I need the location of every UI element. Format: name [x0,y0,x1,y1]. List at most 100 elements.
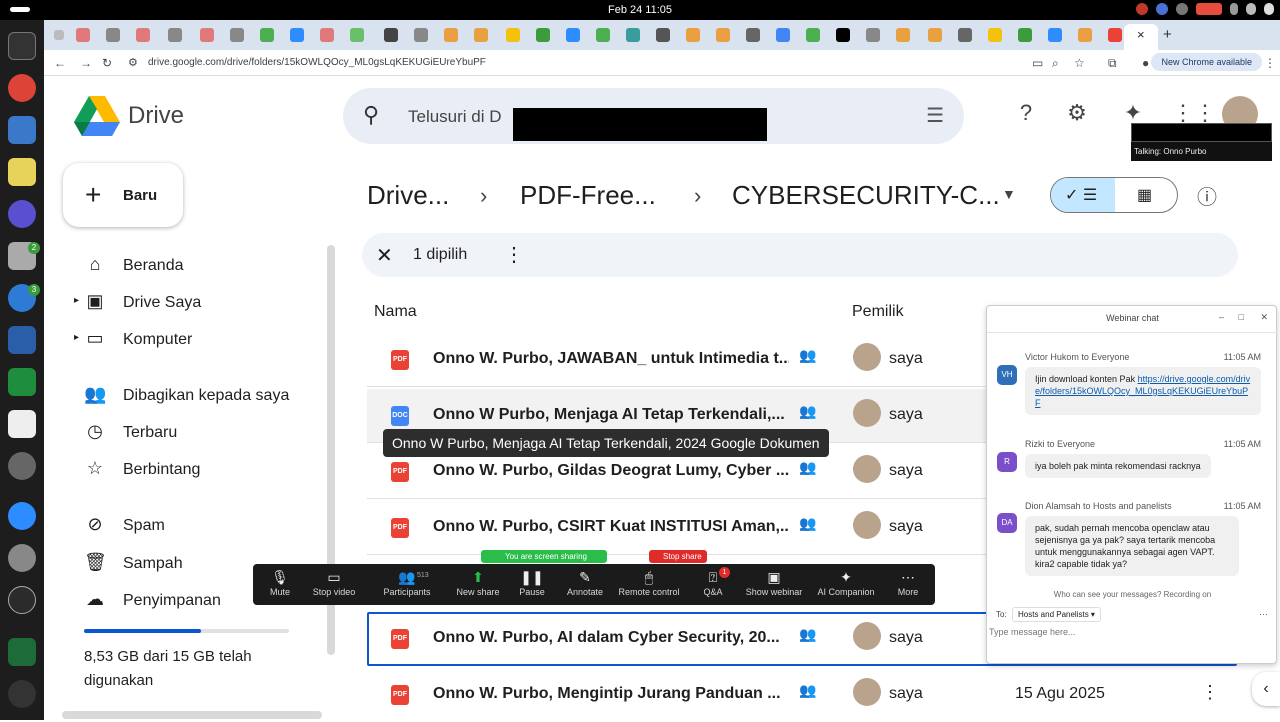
tab[interactable] [716,28,730,42]
tab[interactable] [414,28,428,42]
nav-home[interactable]: ⌂ Beranda [84,252,314,280]
tab[interactable] [958,28,972,42]
drive-logo-icon[interactable] [74,96,120,136]
remote-control-button[interactable]: 🖱 Remote control [615,568,683,602]
tab[interactable] [136,28,150,42]
annotate-button[interactable]: ✎ Annotate [563,568,607,602]
reload-icon[interactable]: ↻ [102,56,112,70]
search-bar[interactable]: ⚲ Telusuri di D ☰ [343,88,964,144]
drive-brand[interactable]: Drive [128,102,184,130]
nav-computers[interactable]: ▸ ▭ Komputer [74,326,314,354]
terminal-icon[interactable] [8,32,36,60]
tab[interactable] [536,28,550,42]
ubuntu-icon[interactable] [8,680,36,708]
ai-companion-button[interactable]: ✦ AI Companion [815,568,877,602]
tab[interactable] [988,28,1002,42]
new-button[interactable]: + Baru [63,163,183,227]
tab[interactable] [320,28,334,42]
chat-visibility-note[interactable]: Who can see your messages? Recording on [987,590,1278,599]
active-speaker-window[interactable]: Talking: Onno Purbo [1131,123,1272,161]
system-clock[interactable]: Feb 24 11:05 [0,4,1280,16]
search-icon[interactable]: ⚲ [363,102,379,128]
tab[interactable] [896,28,910,42]
tab[interactable] [1108,28,1122,42]
list-view-button[interactable]: ✓ ☰ [1051,178,1115,212]
breadcrumb-current-folder[interactable]: CYBERSECURITY-C... [732,180,1000,211]
tab[interactable] [384,28,398,42]
nav-shared-with-me[interactable]: 👥 Dibagikan kepada saya [84,382,314,410]
zoom-tray-icon[interactable] [1156,3,1168,15]
file-name[interactable]: Onno W. Purbo, AI dalam Cyber Security, … [433,629,789,647]
volume-icon[interactable] [1246,3,1256,15]
tab[interactable] [506,28,520,42]
file-row[interactable]: PDF Onno W. Purbo, Mengintip Jurang Pand… [367,668,1237,722]
extensions-icon[interactable]: ⧉ [1108,56,1117,71]
grid-view-icon[interactable]: ▦ [1137,185,1152,205]
tray-icon[interactable] [1176,3,1188,15]
settings-gear-icon[interactable]: ⚙ [1064,100,1090,126]
tab[interactable] [290,28,304,42]
column-owner[interactable]: Pemilik [852,303,904,321]
more-actions-icon[interactable]: ⋮ [504,242,524,267]
new-tab-button[interactable]: + [1163,26,1172,43]
settings-icon[interactable] [8,452,36,480]
clear-selection-icon[interactable]: ✕ [376,243,393,268]
stop-share-button[interactable]: Stop share [649,550,707,563]
horizontal-scrollbar[interactable] [62,711,322,719]
close-icon[interactable]: ✕ [1260,312,1268,323]
calc-icon[interactable] [8,368,36,396]
file-name[interactable]: Onno W. Purbo, Gildas Deograt Lumy, Cybe… [433,462,789,480]
forward-icon[interactable]: → [80,56,92,70]
expand-caret-icon[interactable]: ▸ [74,295,79,306]
breadcrumb-pdf-free[interactable]: PDF-Free... [520,180,656,211]
profile-icon[interactable]: ● [1142,56,1149,70]
mute-button[interactable]: 🎙 Mute [263,568,297,602]
qa-button[interactable]: ⍰ 1 Q&A [701,567,730,602]
details-info-icon[interactable]: ⓘ [1194,181,1220,209]
tab-close-icon[interactable]: × [1137,27,1145,42]
pause-share-button[interactable]: ❚❚ Pause [517,568,547,602]
participants-button[interactable]: 👥 513 Participants [379,568,435,602]
tab[interactable] [746,28,760,42]
zoom-lens-icon[interactable]: ⌕ [1052,56,1059,71]
browser-menu-icon[interactable]: ⋮ [1264,56,1276,70]
nav-starred[interactable]: ☆ Berbintang [84,456,314,484]
tab-drive-active[interactable]: × [1124,24,1158,50]
tab[interactable] [260,28,274,42]
back-icon[interactable]: ← [54,56,66,70]
tab[interactable] [76,28,90,42]
tab[interactable] [1048,28,1062,42]
tab[interactable] [686,28,700,42]
site-info-icon[interactable]: ⚙ [128,56,138,69]
chat-message-input[interactable] [989,627,1269,637]
tab[interactable] [350,28,364,42]
app-green-icon[interactable] [8,638,36,666]
row-more-icon[interactable]: ⋮ [1201,682,1219,703]
tab[interactable] [596,28,610,42]
app-icon[interactable] [8,200,36,228]
notes-icon[interactable] [8,410,36,438]
writer-icon[interactable] [8,326,36,354]
breadcrumb-drive[interactable]: Drive... [367,180,449,211]
file-name[interactable]: Onno W Purbo, Menjaga AI Tetap Terkendal… [433,406,789,424]
monitor-app-icon[interactable] [8,116,36,144]
tab-search-icon[interactable] [54,30,64,40]
gear-app-icon[interactable] [8,544,36,572]
power-icon[interactable] [1264,3,1274,15]
tab[interactable] [806,28,820,42]
recipient-select[interactable]: Hosts and Panelists ▾ [1012,607,1101,622]
search-options-icon[interactable]: ☰ [926,103,944,128]
expand-caret-icon[interactable]: ▸ [74,332,79,343]
tab[interactable] [474,28,488,42]
cast-icon[interactable]: ▭ [1032,56,1043,70]
speaker-window-controls[interactable] [1131,123,1272,142]
help-icon[interactable]: ? [1013,100,1039,126]
obs-icon[interactable] [8,586,36,614]
url-field[interactable]: drive.google.com/drive/folders/15kOWLQOc… [148,57,486,68]
show-webinar-button[interactable]: ▣ Show webinar [743,568,805,602]
tab[interactable] [444,28,458,42]
tab[interactable] [656,28,670,42]
tab[interactable] [866,28,880,42]
stop-video-button[interactable]: ▭ Stop video [309,568,359,602]
tab[interactable] [836,28,850,42]
